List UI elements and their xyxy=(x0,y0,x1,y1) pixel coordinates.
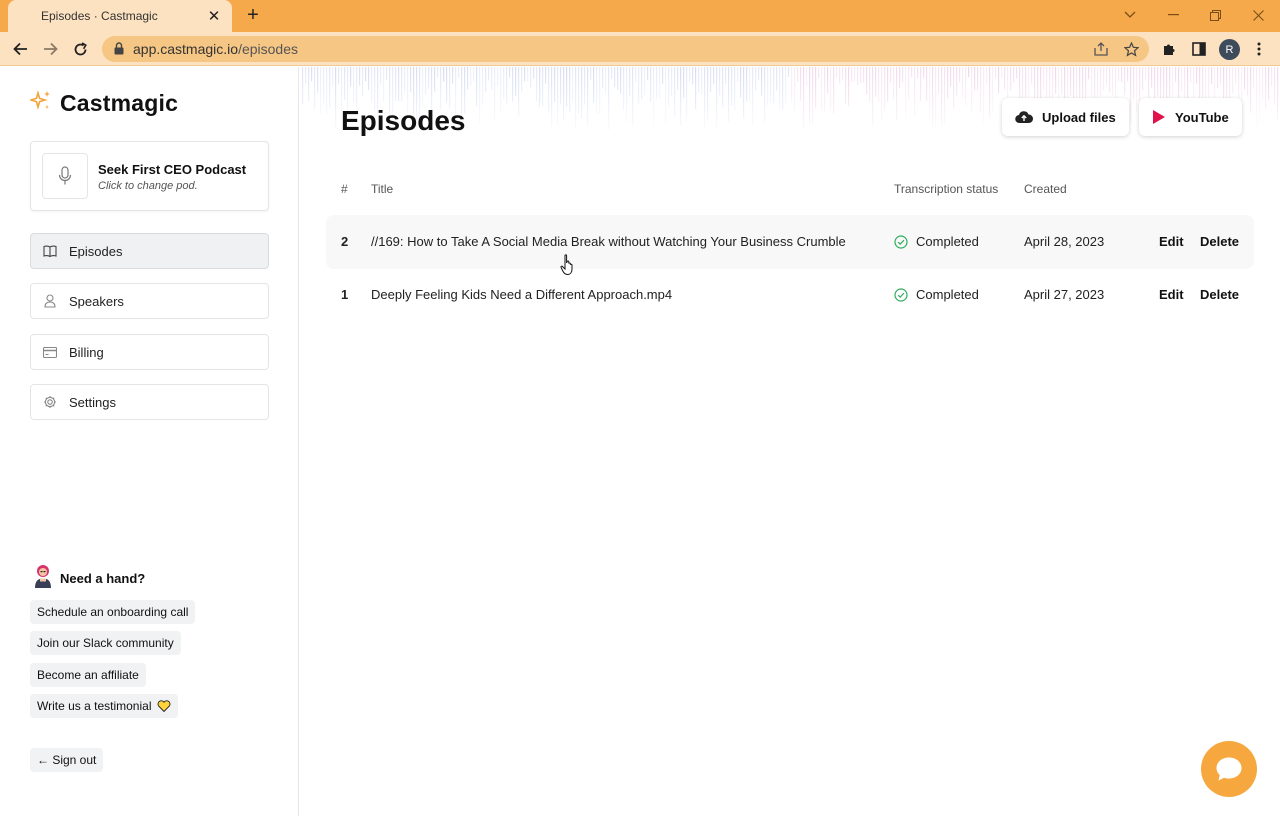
page-title: Episodes xyxy=(341,105,466,136)
sidebar: Castmagic Seek First CEO Podcast Click t… xyxy=(0,67,299,816)
sidebar-item-settings[interactable]: Settings xyxy=(30,384,269,420)
minimize-icon[interactable] xyxy=(1163,5,1183,25)
url-text: app.castmagic.io/episodes xyxy=(133,41,298,57)
sidebar-item-episodes[interactable]: Episodes xyxy=(30,233,269,269)
youtube-label: YouTube xyxy=(1175,109,1229,125)
delete-episode-button[interactable]: Delete xyxy=(1200,287,1239,302)
support-avatar-icon xyxy=(32,563,54,594)
share-icon[interactable] xyxy=(1092,40,1110,58)
restore-icon[interactable] xyxy=(1205,5,1225,25)
upload-files-label: Upload files xyxy=(1042,109,1116,125)
podcast-name: Seek First CEO Podcast xyxy=(98,162,247,177)
browser-toolbar: app.castmagic.io/episodes xyxy=(0,32,1280,66)
bookmark-star-icon[interactable] xyxy=(1122,40,1140,58)
sidebar-item-speakers[interactable]: Speakers xyxy=(30,283,269,319)
episode-created-date: April 28, 2023 xyxy=(1024,234,1105,249)
sidebar-item-billing[interactable]: Billing xyxy=(30,334,269,370)
microphone-icon xyxy=(42,153,88,199)
slack-community-link[interactable]: Join our Slack community xyxy=(30,631,181,655)
delete-episode-button[interactable]: Delete xyxy=(1200,234,1239,249)
extensions-puzzle-icon[interactable] xyxy=(1158,38,1180,60)
chat-bubble-icon xyxy=(1216,757,1242,781)
youtube-play-icon xyxy=(1152,109,1166,125)
sidebar-item-label: Speakers xyxy=(69,293,124,309)
testimonial-link[interactable]: Write us a testimonial xyxy=(30,694,178,718)
sidebar-item-label: Settings xyxy=(69,394,116,410)
episode-status: Completed xyxy=(894,234,979,249)
episode-number: 1 xyxy=(341,287,349,302)
table-row[interactable]: 1 Deeply Feeling Kids Need a Different A… xyxy=(326,268,1254,322)
browser-menu-icon[interactable] xyxy=(1248,38,1270,60)
youtube-button[interactable]: YouTube xyxy=(1139,98,1242,136)
episode-status-label: Completed xyxy=(916,287,979,302)
episode-number: 2 xyxy=(341,234,349,249)
column-header-status: Transcription status xyxy=(894,182,999,196)
close-window-icon[interactable] xyxy=(1248,5,1268,25)
sidebar-item-label: Episodes xyxy=(69,243,123,259)
episode-created-date: April 27, 2023 xyxy=(1024,287,1105,302)
episode-title[interactable]: //169: How to Take A Social Media Break … xyxy=(371,234,846,249)
lock-icon xyxy=(114,42,124,60)
column-header-number: # xyxy=(341,182,348,196)
address-bar[interactable]: app.castmagic.io/episodes xyxy=(102,36,1149,62)
main-content: Episodes Upload files YouTube # Title Tr… xyxy=(300,67,1280,816)
chat-support-button[interactable] xyxy=(1201,741,1257,797)
testimonial-label: Write us a testimonial xyxy=(37,699,152,713)
podcast-change-hint: Click to change pod. xyxy=(98,180,198,192)
tab-search-icon[interactable] xyxy=(1120,5,1140,25)
hand-cursor-icon xyxy=(560,254,573,276)
schedule-onboarding-link[interactable]: Schedule an onboarding call xyxy=(30,600,196,624)
check-circle-icon xyxy=(894,287,908,302)
edit-episode-button[interactable]: Edit xyxy=(1159,234,1184,249)
episode-status: Completed xyxy=(894,287,979,302)
forward-icon[interactable] xyxy=(39,38,61,60)
check-circle-icon xyxy=(894,234,908,249)
episode-status-label: Completed xyxy=(916,234,979,249)
cloud-upload-icon xyxy=(1015,110,1033,124)
column-header-title: Title xyxy=(371,182,394,196)
help-title: Need a hand? xyxy=(60,571,146,586)
profile-avatar[interactable]: R xyxy=(1219,39,1240,60)
gear-icon xyxy=(43,395,57,409)
sidebar-item-label: Billing xyxy=(69,344,104,360)
credit-card-icon xyxy=(43,345,57,359)
yellow-heart-icon xyxy=(157,700,171,712)
side-panel-icon[interactable] xyxy=(1188,38,1210,60)
podcast-selector[interactable]: Seek First CEO Podcast Click to change p… xyxy=(30,141,269,211)
tab-title: Episodes · Castmagic xyxy=(41,9,158,23)
book-icon xyxy=(43,244,57,258)
help-header: Need a hand? xyxy=(32,563,145,594)
sparkle-icon xyxy=(28,90,52,117)
new-tab-icon[interactable]: + xyxy=(243,5,263,25)
user-icon xyxy=(43,294,57,308)
episode-title[interactable]: Deeply Feeling Kids Need a Different App… xyxy=(371,287,672,302)
column-header-created: Created xyxy=(1024,182,1067,196)
browser-tab-strip: Episodes · Castmagic ✕ + xyxy=(0,0,1280,32)
browser-tab-active[interactable]: Episodes · Castmagic ✕ xyxy=(8,0,232,32)
brand-logo[interactable]: Castmagic xyxy=(28,90,179,117)
tab-close-icon[interactable]: ✕ xyxy=(206,8,222,24)
affiliate-link[interactable]: Become an affiliate xyxy=(30,663,146,687)
brand-name: Castmagic xyxy=(60,90,179,116)
back-icon[interactable] xyxy=(9,38,31,60)
table-row[interactable]: 2 //169: How to Take A Social Media Brea… xyxy=(326,215,1254,269)
upload-files-button[interactable]: Upload files xyxy=(1002,98,1129,136)
edit-episode-button[interactable]: Edit xyxy=(1159,287,1184,302)
sign-out-button[interactable]: ← Sign out xyxy=(30,748,104,772)
reload-icon[interactable] xyxy=(69,38,91,60)
